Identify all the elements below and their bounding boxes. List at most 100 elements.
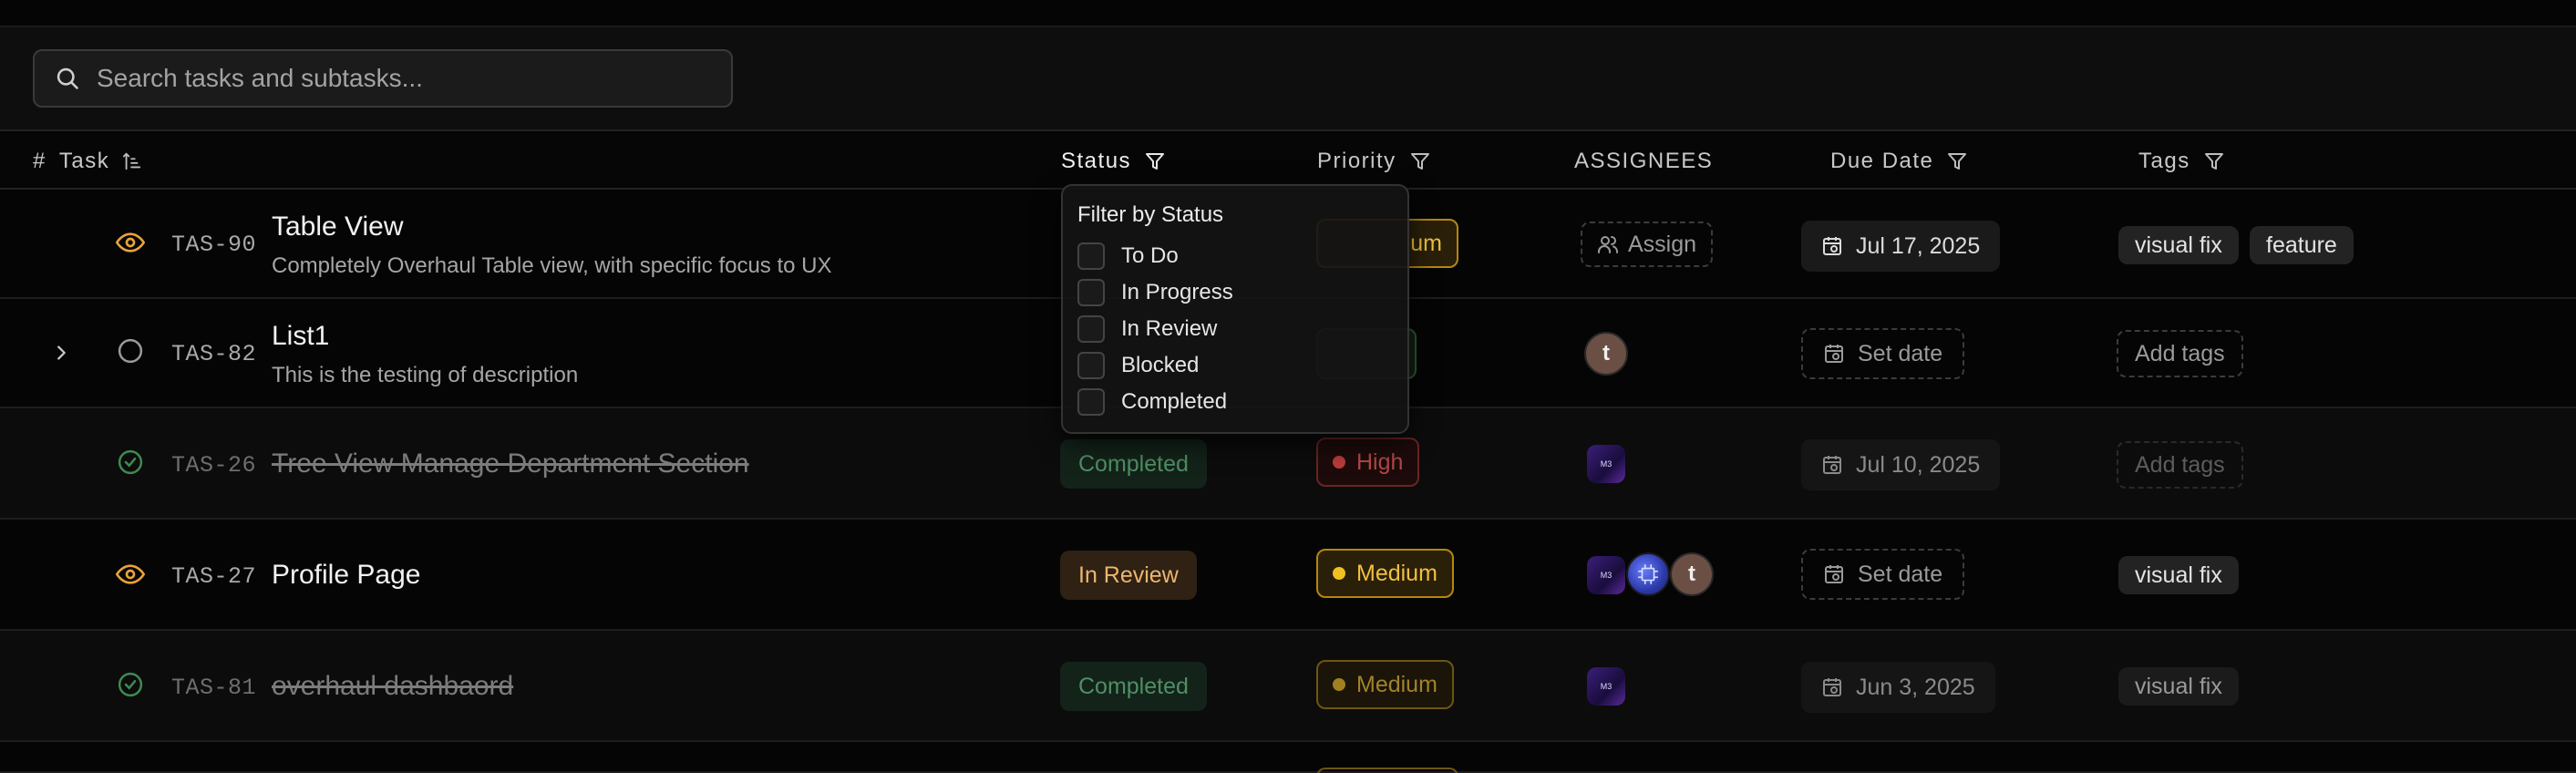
table-row[interactable]: TAS-27 Profile Page In Review Medium M3 …: [0, 520, 2576, 631]
filter-icon[interactable]: [2203, 150, 2225, 172]
priority-badge[interactable]: Medium: [1316, 660, 1454, 709]
avatar[interactable]: t: [1584, 332, 1628, 376]
filter-option-blocked[interactable]: Blocked: [1077, 352, 1199, 379]
status-header-label: Status: [1061, 149, 1132, 173]
table-row[interactable]: TAS-81 overhaul dashbaord Completed Medi…: [0, 631, 2576, 742]
calendar-icon: [1823, 678, 1841, 696]
popover-title: Filter by Status: [1077, 202, 1224, 227]
search-input[interactable]: [97, 64, 698, 93]
due-date-chip[interactable]: Jul 17, 2025: [1801, 221, 2001, 272]
task-title[interactable]: Tree View Manage Department Section: [272, 448, 749, 479]
status-filter-popover: Filter by Status To Do In Progress In Re…: [1061, 184, 1409, 434]
avatar[interactable]: [1626, 552, 1670, 596]
table-header: # Task Status Priority ASSIGNEES Due Dat…: [0, 133, 2576, 190]
task-title[interactable]: overhaul dashbaord: [272, 671, 513, 702]
filter-option-label: In Progress: [1121, 280, 1233, 304]
priority-dot: [1333, 456, 1345, 469]
avatar[interactable]: M3: [1587, 667, 1625, 706]
filter-option-label: To Do: [1121, 243, 1179, 268]
priority-dot: [1333, 567, 1345, 580]
task-title[interactable]: Table View: [272, 211, 404, 242]
filter-icon[interactable]: [1946, 150, 1968, 172]
priority-header-label: Priority: [1317, 149, 1396, 173]
task-id: TAS-90: [171, 232, 257, 258]
task-title[interactable]: List1: [272, 321, 329, 352]
add-tags-button[interactable]: Add tags: [2117, 441, 2243, 489]
priority-badge-partial: [1316, 768, 1458, 773]
check-circle-icon[interactable]: [117, 448, 144, 476]
set-date-label: Set date: [1858, 340, 1943, 366]
check-circle-icon[interactable]: [117, 671, 144, 698]
chip-icon: [1638, 564, 1658, 584]
eye-icon[interactable]: [116, 228, 145, 257]
priority-badge[interactable]: High: [1316, 438, 1420, 487]
table-row[interactable]: [0, 742, 2576, 773]
priority-badge[interactable]: Medium: [1316, 549, 1454, 598]
column-header-task[interactable]: # Task: [33, 133, 142, 190]
eye-icon[interactable]: [116, 560, 145, 589]
column-header-status[interactable]: Status: [1061, 133, 1166, 190]
filter-option-to-do[interactable]: To Do: [1077, 242, 1179, 270]
avatar[interactable]: M3: [1587, 556, 1625, 594]
filter-option-completed[interactable]: Completed: [1077, 388, 1227, 416]
filter-option-label: Blocked: [1121, 353, 1200, 377]
set-date-button[interactable]: Set date: [1801, 328, 1965, 379]
tag-chip[interactable]: visual fix: [2118, 667, 2239, 706]
checkbox[interactable]: [1077, 352, 1105, 379]
column-header-due-date[interactable]: Due Date: [1830, 133, 1968, 190]
task-description: Completely Overhaul Table view, with spe…: [272, 253, 832, 278]
filter-icon[interactable]: [1409, 150, 1431, 172]
circle-icon[interactable]: [117, 337, 144, 365]
column-header-assignees: ASSIGNEES: [1574, 133, 1713, 190]
calendar-icon: [1823, 237, 1841, 255]
users-icon: [1598, 236, 1618, 253]
avatar[interactable]: t: [1670, 552, 1714, 596]
status-badge[interactable]: In Review: [1060, 551, 1197, 600]
task-id: TAS-82: [171, 341, 257, 367]
assignees-header-label: ASSIGNEES: [1574, 149, 1714, 173]
task-id: TAS-27: [171, 563, 257, 590]
due-date-label: Jul 17, 2025: [1856, 232, 1981, 259]
set-date-button[interactable]: Set date: [1801, 549, 1965, 600]
column-header-priority[interactable]: Priority: [1317, 133, 1431, 190]
filter-option-in-progress[interactable]: In Progress: [1077, 279, 1233, 306]
assign-button[interactable]: Assign: [1581, 222, 1714, 267]
due-date-label: Jul 10, 2025: [1856, 451, 1981, 478]
filter-option-in-review[interactable]: In Review: [1077, 315, 1217, 343]
calendar-icon: [1823, 456, 1841, 474]
task-title[interactable]: Profile Page: [272, 560, 420, 591]
status-badge[interactable]: Completed: [1060, 439, 1207, 489]
checkbox[interactable]: [1077, 242, 1105, 270]
status-badge[interactable]: Completed: [1060, 662, 1207, 711]
filter-icon[interactable]: [1144, 150, 1166, 172]
search-box[interactable]: [33, 49, 733, 108]
priority-dot: [1333, 678, 1345, 691]
due-date-chip[interactable]: Jun 3, 2025: [1801, 662, 1995, 713]
filter-option-label: In Review: [1121, 316, 1218, 341]
task-id: TAS-26: [171, 452, 257, 479]
assign-label: Assign: [1628, 231, 1697, 257]
top-strip: [0, 0, 2576, 27]
tag-chip[interactable]: visual fix: [2118, 556, 2239, 594]
hash-label: #: [33, 149, 46, 173]
calendar-icon: [1825, 565, 1843, 583]
column-header-tags[interactable]: Tags: [2138, 133, 2225, 190]
calendar-icon: [1825, 345, 1843, 363]
add-tags-button[interactable]: Add tags: [2117, 330, 2243, 377]
sort-ascending-icon[interactable]: [122, 151, 142, 171]
filter-option-label: Completed: [1121, 389, 1228, 414]
due-date-chip[interactable]: Jul 10, 2025: [1801, 439, 2001, 490]
priority-label: Medium: [1356, 560, 1437, 586]
chevron-right-icon[interactable]: [51, 341, 71, 365]
avatar[interactable]: M3: [1587, 445, 1625, 483]
checkbox[interactable]: [1077, 279, 1105, 306]
tag-chip[interactable]: visual fix: [2118, 226, 2239, 264]
task-id: TAS-81: [171, 675, 257, 701]
priority-label: Medium: [1356, 671, 1437, 697]
tag-chip[interactable]: feature: [2250, 226, 2354, 264]
set-date-label: Set date: [1858, 561, 1943, 587]
priority-label: High: [1356, 448, 1404, 475]
due-date-header-label: Due Date: [1830, 149, 1934, 173]
checkbox[interactable]: [1077, 388, 1105, 416]
checkbox[interactable]: [1077, 315, 1105, 343]
